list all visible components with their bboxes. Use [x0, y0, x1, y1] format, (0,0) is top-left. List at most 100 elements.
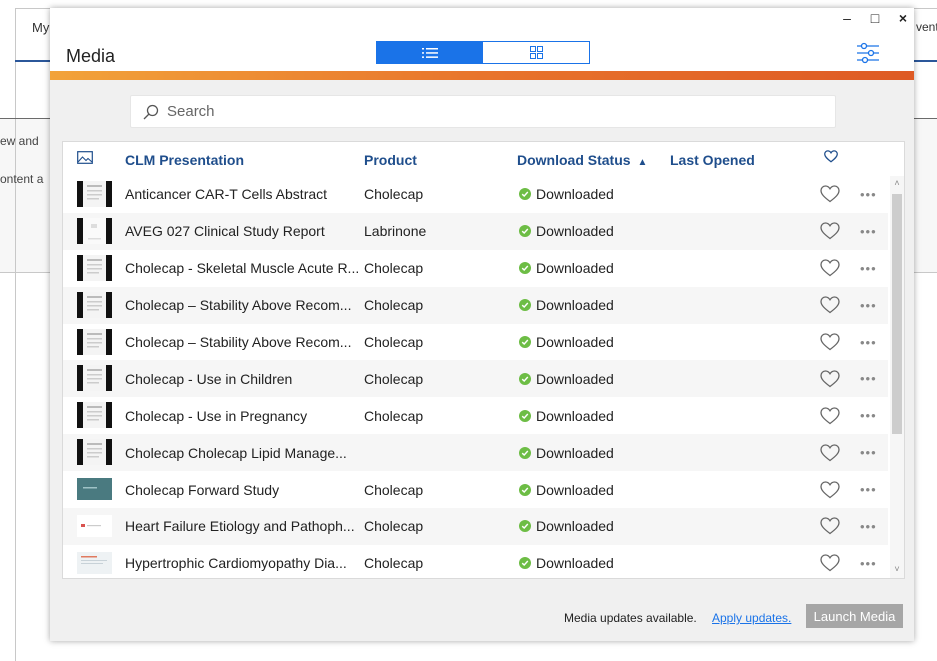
background-tab-events[interactable]: vent: [916, 20, 937, 34]
heart-icon: [820, 480, 840, 498]
favorite-button[interactable]: [820, 250, 840, 287]
document-thumbnail: [77, 254, 112, 281]
favorite-button[interactable]: [820, 360, 840, 397]
more-options-button[interactable]: •••: [860, 324, 877, 361]
column-header-presentation[interactable]: CLM Presentation: [125, 152, 244, 168]
more-options-button[interactable]: •••: [860, 176, 877, 213]
favorite-button[interactable]: [820, 545, 840, 582]
heart-icon: [820, 259, 840, 277]
favorite-button[interactable]: [820, 397, 840, 434]
media-table: CLM Presentation Product Download Status…: [62, 141, 905, 579]
table-row[interactable]: Cholecap - Use in Children Cholecap Downlo…: [63, 360, 888, 398]
more-options-button[interactable]: •••: [860, 360, 877, 397]
more-options-button[interactable]: •••: [860, 397, 877, 434]
product-name: Cholecap: [364, 186, 424, 203]
column-header-product[interactable]: Product: [364, 152, 417, 168]
heart-icon: [824, 150, 838, 163]
product-name: Cholecap: [364, 297, 424, 314]
table-header: CLM Presentation Product Download Status…: [63, 142, 904, 176]
download-status: Downloaded: [519, 545, 614, 582]
more-options-button[interactable]: •••: [860, 545, 877, 582]
favorite-button[interactable]: [820, 176, 840, 213]
table-row[interactable]: Cholecap Forward Study Cholecap Downloaded…: [63, 471, 888, 508]
download-status-label: Downloaded: [536, 481, 614, 498]
table-row[interactable]: Heart Failure Etiology and Pathoph... Cho…: [63, 508, 888, 545]
download-status: Downloaded: [519, 287, 614, 324]
column-header-download-status[interactable]: Download Status ▲: [517, 152, 647, 168]
more-options-button[interactable]: •••: [860, 213, 877, 250]
more-options-button[interactable]: •••: [860, 471, 877, 508]
product-name: Cholecap: [364, 407, 424, 424]
check-circle-icon: [519, 299, 531, 312]
search-input[interactable]: [167, 103, 767, 120]
product-name: Cholecap: [364, 370, 424, 387]
favorite-button[interactable]: [820, 434, 840, 471]
more-options-button[interactable]: •••: [860, 287, 877, 324]
favorite-button[interactable]: [820, 324, 840, 361]
download-status-label: Downloaded: [536, 444, 614, 461]
scroll-down-icon[interactable]: ˅: [892, 564, 902, 576]
column-header-last-opened[interactable]: Last Opened: [670, 152, 755, 168]
vertical-scrollbar[interactable]: ˄ ˅: [890, 176, 904, 578]
table-row[interactable]: Cholecap – Stability Above Recom... Chole…: [63, 286, 888, 324]
presentation-name: Cholecap Forward Study: [125, 481, 280, 498]
document-thumbnail: [77, 181, 112, 207]
close-button[interactable]: ×: [896, 10, 910, 26]
product-name: Cholecap: [364, 260, 424, 277]
table-row[interactable]: Cholecap - Use in Pregnancy Cholecap Downl…: [63, 397, 888, 434]
download-status-label: Downloaded: [536, 518, 614, 535]
table-row[interactable]: Cholecap - Skeletal Muscle Acute R... Cho…: [63, 250, 888, 287]
presentation-name: Hypertrophic Cardiomyopathy Dia...: [125, 555, 347, 572]
check-circle-icon: [519, 262, 531, 275]
grid-view-button[interactable]: [483, 42, 589, 63]
scroll-up-icon[interactable]: ˄: [892, 178, 902, 190]
table-row[interactable]: Cholecap – Stability Above Recom... Chole…: [63, 324, 888, 361]
filter-sliders-icon: [857, 42, 879, 64]
download-status: Downloaded: [519, 508, 614, 545]
background-tab-my[interactable]: My: [32, 20, 49, 35]
download-status-label: Downloaded: [536, 186, 614, 203]
more-options-button[interactable]: •••: [860, 434, 877, 471]
scroll-thumb[interactable]: [892, 194, 902, 434]
heart-icon: [820, 407, 840, 425]
more-options-button[interactable]: •••: [860, 250, 877, 287]
presentation-name: Cholecap - Skeletal Muscle Acute R...: [125, 260, 360, 277]
presentation-name: Cholecap – Stability Above Recom...: [125, 334, 352, 350]
updates-message: Media updates available.: [564, 611, 697, 625]
download-status: Downloaded: [519, 213, 614, 250]
favorite-button[interactable]: [820, 287, 840, 324]
table-row[interactable]: Hypertrophic Cardiomyopathy Dia... Cholec…: [63, 545, 888, 582]
check-circle-icon: [519, 409, 531, 422]
presentation-name: Cholecap – Stability Above Recom...: [125, 297, 352, 314]
table-row[interactable]: Anticancer CAR-T Cells Abstract Cholecap D…: [63, 176, 888, 213]
check-circle-icon: [519, 557, 531, 570]
presentation-name: AVEG 027 Clinical Study Report: [125, 223, 325, 240]
check-circle-icon: [519, 372, 531, 385]
favorite-button[interactable]: [820, 213, 840, 250]
download-status-label: Downloaded: [536, 297, 614, 314]
launch-media-button[interactable]: Launch Media: [806, 604, 903, 628]
download-status: Downloaded: [519, 324, 614, 361]
check-circle-icon: [519, 188, 531, 201]
maximize-button[interactable]: □: [868, 10, 882, 26]
column-header-favorite[interactable]: [824, 150, 838, 166]
document-thumbnail: [77, 365, 112, 392]
download-status-label: Downloaded: [536, 334, 614, 350]
more-options-button[interactable]: •••: [860, 508, 877, 545]
heart-icon: [820, 370, 840, 388]
filter-button[interactable]: [855, 41, 881, 65]
heart-icon: [820, 296, 840, 314]
table-row[interactable]: AVEG 027 Clinical Study Report Labrinone D…: [63, 212, 888, 250]
table-row[interactable]: Cholecap Cholecap Lipid Manage... Downloa…: [63, 434, 888, 472]
minimize-button[interactable]: –: [840, 10, 854, 26]
view-toggle: [376, 41, 590, 64]
download-status: Downloaded: [519, 471, 614, 508]
favorite-button[interactable]: [820, 471, 840, 508]
list-view-button[interactable]: [377, 42, 483, 63]
media-dialog: Media – □ × Search CLM Presentation Prod…: [50, 8, 914, 641]
apply-updates-link[interactable]: Apply updates.: [712, 611, 791, 625]
favorite-button[interactable]: [820, 508, 840, 545]
download-status-label: Downloaded: [536, 407, 614, 424]
heart-icon: [820, 517, 840, 535]
search-box[interactable]: [130, 95, 836, 128]
